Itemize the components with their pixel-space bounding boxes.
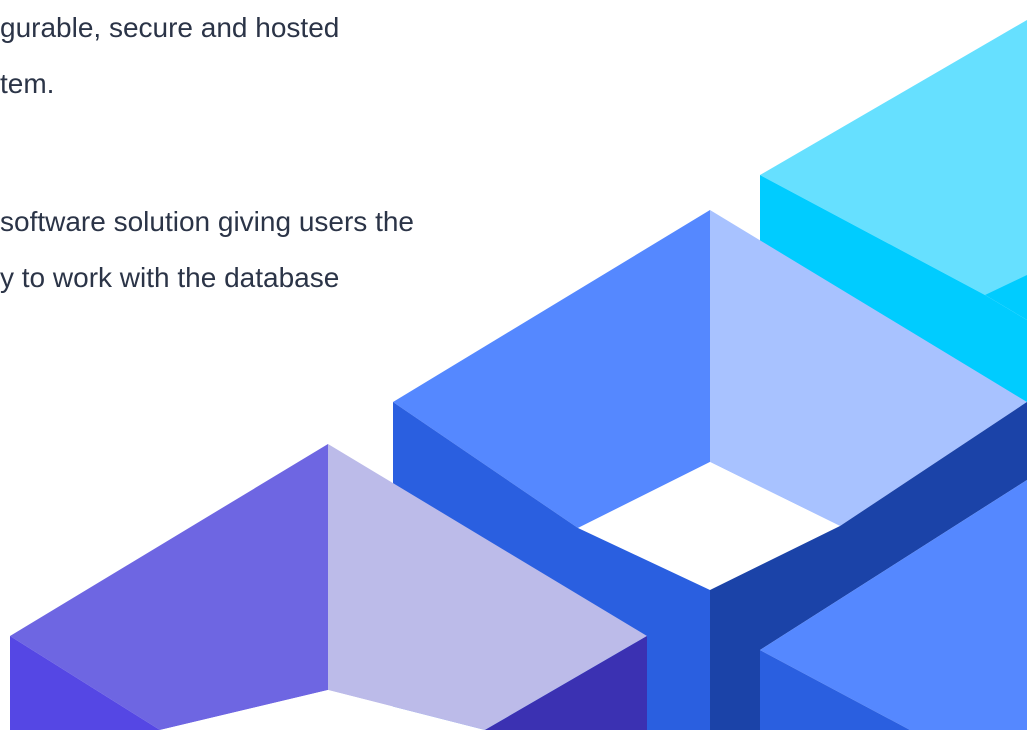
page: gurable, secure and hosted tem. software… xyxy=(0,0,1027,730)
isometric-cubes-illustration xyxy=(10,20,1027,730)
